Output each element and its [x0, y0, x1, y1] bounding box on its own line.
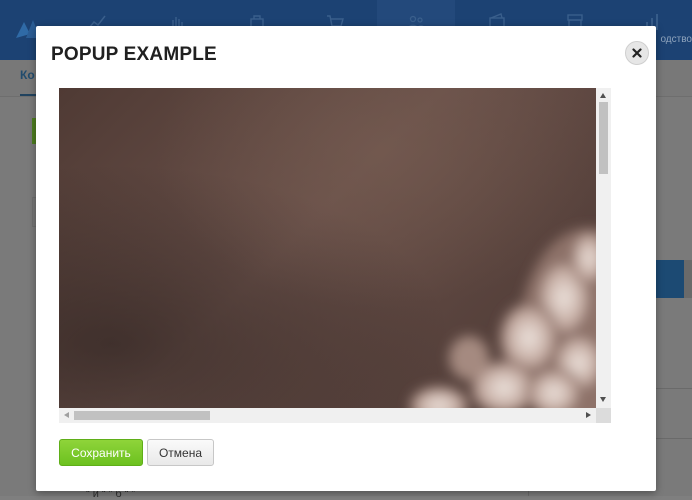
vertical-scroll-thumb[interactable] — [599, 102, 608, 174]
popup-image — [59, 88, 596, 408]
scroll-up-icon[interactable] — [600, 93, 606, 98]
background-gray-button — [684, 260, 692, 298]
scroll-right-icon[interactable] — [586, 412, 591, 418]
close-icon — [632, 48, 642, 58]
close-button[interactable] — [625, 41, 649, 65]
horizontal-scrollbar[interactable] — [59, 408, 596, 423]
flower-image — [409, 228, 596, 408]
horizontal-scroll-thumb[interactable] — [74, 411, 210, 420]
scroll-left-icon[interactable] — [64, 412, 69, 418]
tab-active[interactable]: Ко — [20, 68, 35, 82]
save-button[interactable]: Сохранить — [59, 439, 143, 466]
cancel-button[interactable]: Отмена — [147, 439, 214, 466]
popup-title: POPUP EXAMPLE — [51, 44, 217, 65]
popup-dialog: POPUP EXAMPLE Сохранить Отмена — [36, 26, 656, 491]
vertical-scrollbar[interactable] — [596, 88, 611, 408]
scrollbar-corner — [596, 408, 611, 423]
image-viewer[interactable] — [59, 88, 611, 423]
scroll-down-icon[interactable] — [600, 397, 606, 402]
nav-label-production: одство — [660, 34, 692, 45]
